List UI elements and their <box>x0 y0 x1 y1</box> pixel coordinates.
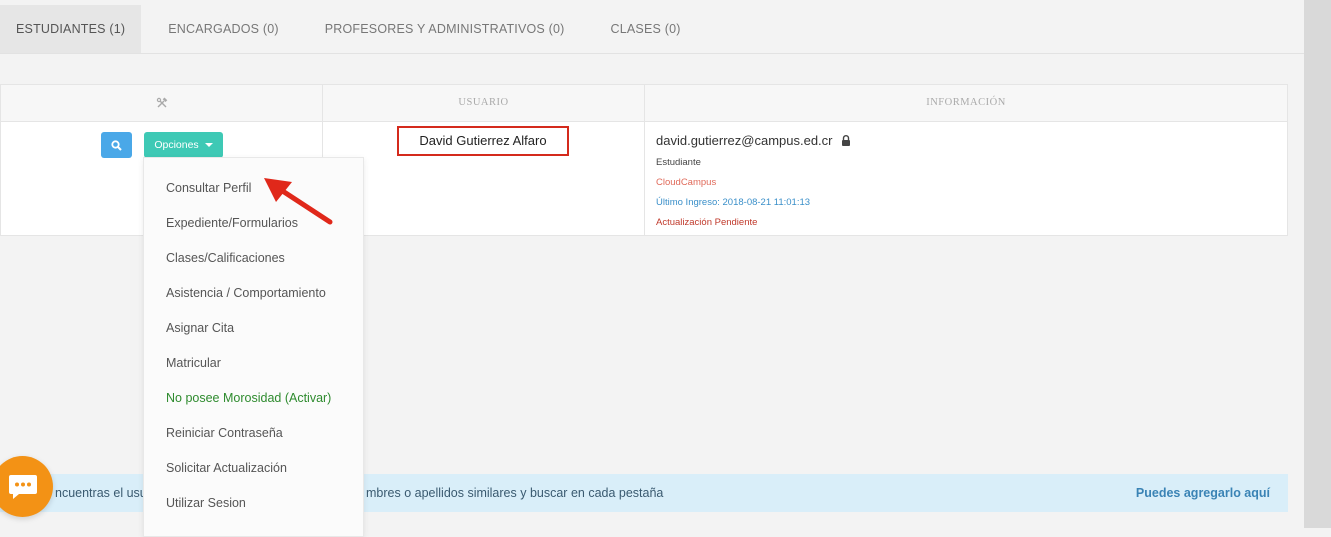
tab-estudiantes[interactable]: ESTUDIANTES (1) <box>0 5 142 53</box>
user-info: david.gutierrez@campus.ed.cr Estudiante … <box>656 133 851 228</box>
last-login: Último Ingreso: 2018-08-21 11:01:13 <box>656 197 811 208</box>
tab-profesores[interactable]: PROFESORES Y ADMINISTRATIVOS (0) <box>302 5 588 53</box>
header-usuario: USUARIO <box>323 85 645 121</box>
menu-item-solicitar-actualizacion[interactable]: Solicitar Actualización <box>166 461 287 475</box>
user-org: CloudCampus <box>656 177 717 188</box>
header-tools <box>1 85 323 121</box>
table-header: USUARIO INFORMACIÓN <box>1 85 1287 122</box>
options-label: Opciones <box>154 139 199 151</box>
tab-clases[interactable]: CLASES (0) <box>588 5 704 53</box>
alert-text-right: mbres o apellidos similares y buscar en … <box>366 486 664 500</box>
tab-encargados[interactable]: ENCARGADOS (0) <box>141 5 301 53</box>
search-button[interactable] <box>101 132 132 158</box>
menu-item-reiniciar-contrasena[interactable]: Reiniciar Contraseña <box>166 426 283 440</box>
lock-icon <box>841 135 850 146</box>
user-role: Estudiante <box>656 157 701 168</box>
column-divider <box>644 121 645 235</box>
page-scrollbar[interactable] <box>1304 0 1331 528</box>
red-arrow-annotation <box>264 178 333 225</box>
tools-icon <box>156 97 167 108</box>
menu-item-consultar-perfil[interactable]: Consultar Perfil <box>166 181 251 195</box>
tab-bar: ESTUDIANTES (1) ENCARGADOS (0) PROFESORE… <box>0 5 1304 54</box>
user-email-row: david.gutierrez@campus.ed.cr <box>656 133 851 148</box>
header-informacion: INFORMACIÓN <box>926 97 1006 108</box>
caret-down-icon <box>204 143 213 147</box>
user-name: David Gutierrez Alfaro <box>397 126 569 156</box>
menu-item-matricular[interactable]: Matricular <box>166 356 221 370</box>
update-status: Actualización Pendiente <box>656 217 758 228</box>
options-button[interactable]: Opciones <box>144 132 223 158</box>
menu-item-asignar-cita[interactable]: Asignar Cita <box>166 321 234 335</box>
menu-item-clases[interactable]: Clases/Calificaciones <box>166 251 285 265</box>
add-user-link[interactable]: Puedes agregarlo aquí <box>1136 474 1270 512</box>
menu-item-morosidad[interactable]: No posee Morosidad (Activar) <box>166 391 331 405</box>
menu-item-utilizar-sesion[interactable]: Utilizar Sesion <box>166 496 246 510</box>
chat-icon <box>8 474 37 499</box>
search-icon <box>111 139 122 151</box>
menu-item-asistencia[interactable]: Asistencia / Comportamiento <box>166 286 326 300</box>
alert-text-left: ncuentras el usu <box>55 486 147 500</box>
user-email: david.gutierrez@campus.ed.cr <box>656 133 833 148</box>
